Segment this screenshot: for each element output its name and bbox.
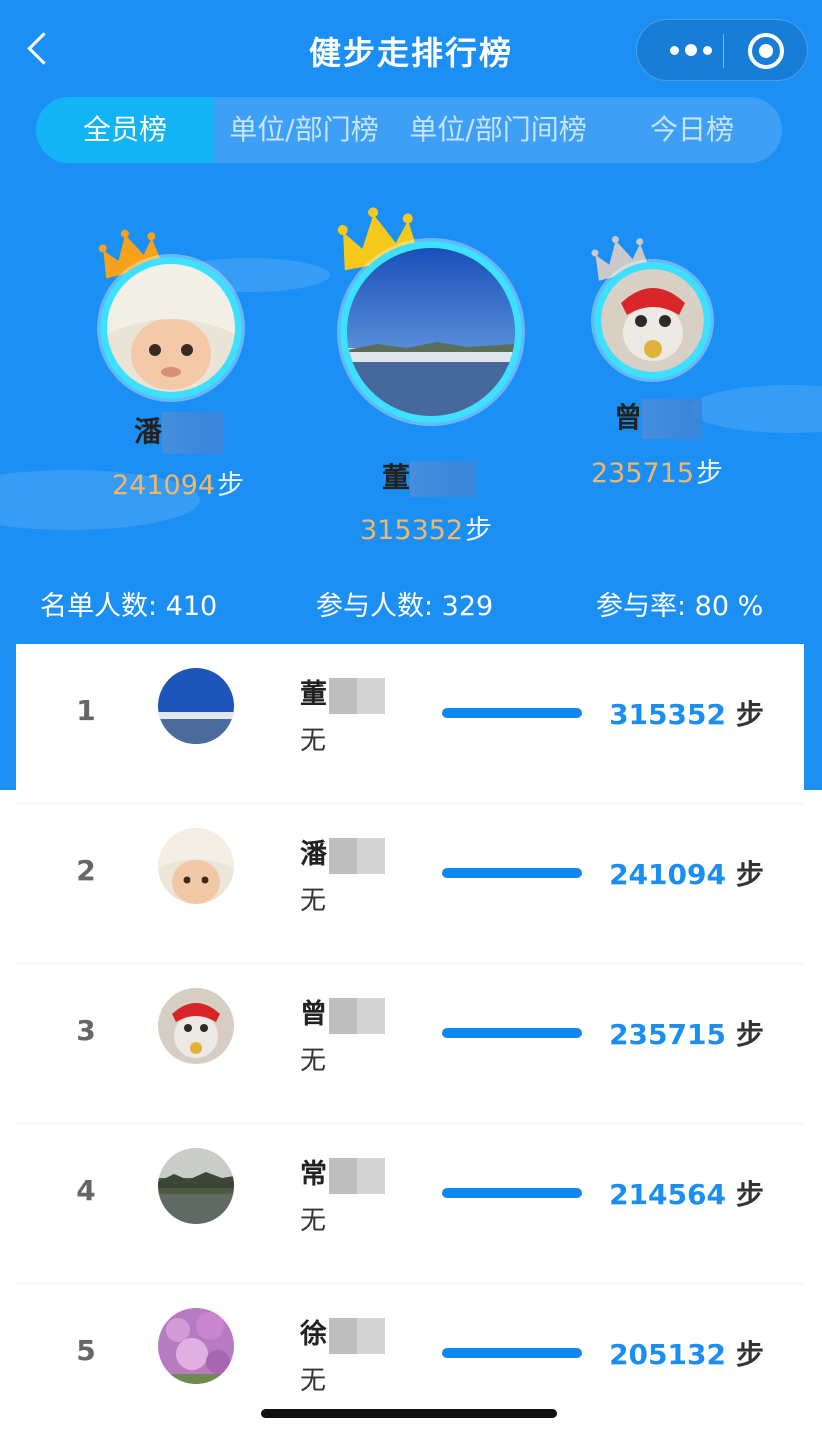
stat-participant-count: 参与人数: 329 [316, 591, 494, 622]
podium-steps-first: 315352步 [360, 515, 493, 546]
podium-name-second: 潘 [134, 410, 225, 454]
steps-progress-bar [442, 1188, 582, 1198]
podium-steps-second: 241094步 [112, 470, 245, 501]
name-mosaic [329, 837, 385, 874]
name-mosaic [329, 997, 385, 1034]
rank-number: 1 [76, 694, 96, 727]
rank-number: 5 [76, 1334, 96, 1367]
tab-all-members[interactable]: 全员榜 [36, 97, 214, 163]
row-department: 无 [300, 726, 327, 756]
name-mosaic [642, 399, 703, 439]
steps-progress-bar [442, 868, 582, 878]
steps-progress-bar [442, 708, 582, 718]
rank-number: 3 [76, 1014, 96, 1047]
row-department: 无 [300, 1046, 327, 1076]
row-avatar [158, 828, 234, 904]
tab-today[interactable]: 今日榜 [602, 97, 782, 163]
steps-progress-bar [442, 1028, 582, 1038]
ranking-row[interactable]: 2 潘 无 241094 步 [16, 804, 804, 964]
row-name: 常 [300, 1152, 385, 1194]
row-name: 董 [300, 672, 385, 714]
avatar-third[interactable] [594, 262, 711, 379]
row-department: 无 [300, 1206, 327, 1236]
capsule-divider [723, 34, 724, 68]
rank-number: 2 [76, 854, 96, 887]
rank-number: 4 [76, 1174, 96, 1207]
name-mosaic [329, 677, 385, 714]
row-name: 潘 [300, 832, 385, 874]
row-avatar [158, 988, 234, 1064]
steps-progress-bar [442, 1348, 582, 1358]
name-mosaic [162, 412, 225, 454]
ranking-row[interactable]: 3 曾 无 235715 步 [16, 964, 804, 1124]
row-steps: 241094 步 [609, 858, 764, 891]
stat-participation-rate: 参与率: 80 % [596, 591, 764, 622]
tab-unit-department[interactable]: 单位/部门榜 [214, 97, 394, 163]
row-avatar [158, 668, 234, 744]
podium-name-first: 董 [382, 456, 477, 497]
tab-inter-department[interactable]: 单位/部门间榜 [394, 97, 602, 163]
row-avatar [158, 1308, 234, 1384]
row-name: 曾 [300, 992, 385, 1034]
podium-steps-third: 235715步 [591, 458, 724, 489]
podium-name-third: 曾 [614, 396, 703, 439]
name-mosaic [329, 1157, 385, 1194]
name-mosaic [329, 1317, 385, 1354]
ranking-row[interactable]: 4 常 无 214564 步 [16, 1124, 804, 1284]
row-steps: 235715 步 [609, 1018, 764, 1051]
home-indicator[interactable] [261, 1409, 557, 1418]
navigation-bar: 健步走排行榜 [0, 0, 822, 98]
row-steps: 205132 步 [609, 1338, 764, 1371]
more-icon[interactable] [659, 20, 723, 80]
row-steps: 315352 步 [609, 698, 764, 731]
row-steps: 214564 步 [609, 1178, 764, 1211]
name-mosaic [410, 461, 477, 497]
avatar-first[interactable] [340, 241, 522, 423]
row-department: 无 [300, 886, 327, 916]
row-name: 徐 [300, 1312, 385, 1354]
tab-bar: 全员榜 单位/部门榜 单位/部门间榜 今日榜 [36, 97, 782, 163]
ranking-row[interactable]: 1 董 无 315352 步 [16, 644, 804, 804]
miniprogram-capsule [636, 19, 808, 81]
row-avatar [158, 1148, 234, 1224]
row-department: 无 [300, 1366, 327, 1396]
stat-roster-count: 名单人数: 410 [40, 591, 218, 622]
avatar-second[interactable] [100, 257, 242, 399]
close-target-icon[interactable] [748, 33, 784, 69]
